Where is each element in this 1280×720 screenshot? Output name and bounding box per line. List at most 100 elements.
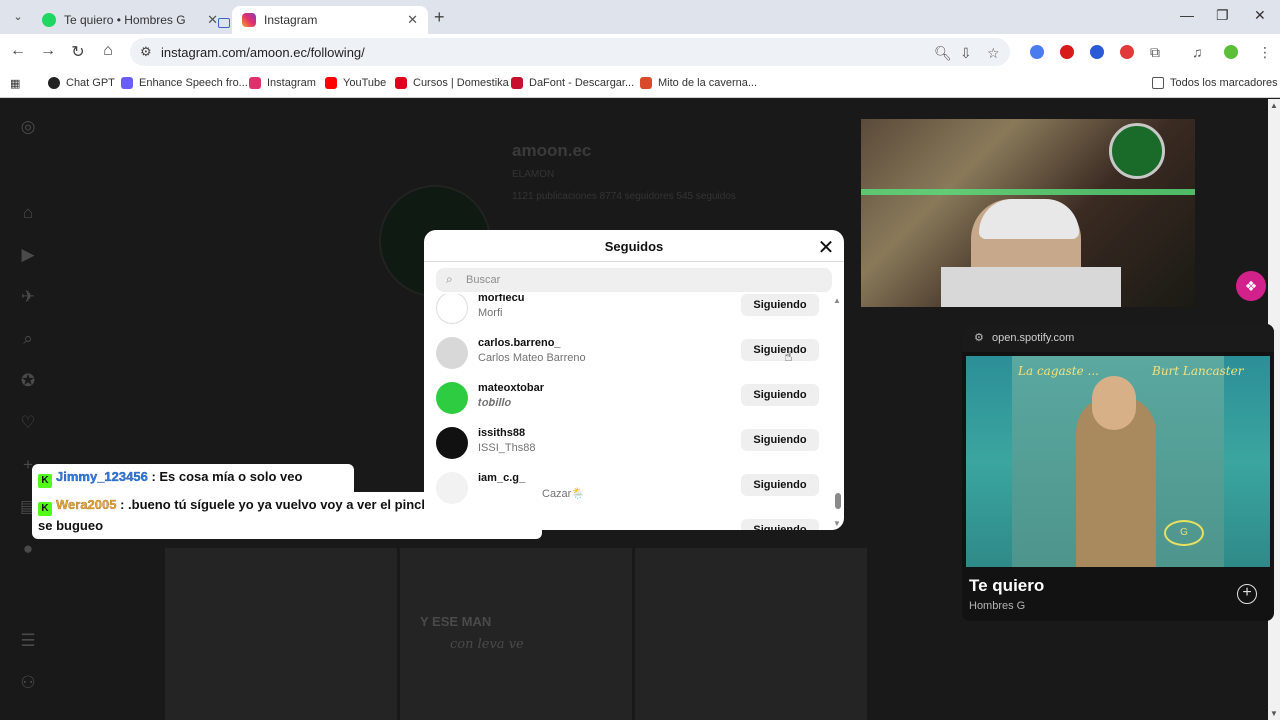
reels-icon[interactable]: ▶ <box>18 245 38 265</box>
post-tile-text: Y ESE MAN <box>420 614 492 629</box>
avatar[interactable] <box>436 472 468 504</box>
following-button[interactable]: Siguiendo <box>741 429 819 451</box>
following-button[interactable]: Siguiendo <box>741 384 819 406</box>
profile-subtitle: ELAMON <box>512 169 555 180</box>
forward-arrow-icon[interactable]: → <box>38 42 58 60</box>
maximize-icon[interactable]: ❐ <box>1216 7 1229 24</box>
list-item-username[interactable]: issiths88 <box>478 427 525 439</box>
list-item-fullname: Carlos Mateo Barreno <box>478 352 586 364</box>
list-item[interactable]: issiths88 ISSI_Ths88 Siguiendo <box>424 421 834 466</box>
close-tab-icon[interactable]: ✕ <box>407 12 418 28</box>
more-menu-icon[interactable]: ☰ <box>18 631 38 651</box>
list-item-fullname: ISSI_Ths88 <box>478 442 536 454</box>
scroll-thumb[interactable] <box>835 493 841 509</box>
album-cover[interactable]: La cagaste ... Burt Lancaster G <box>966 356 1270 567</box>
site-settings-icon[interactable]: ⚙ <box>974 331 984 344</box>
track-artist[interactable]: Hombres G <box>969 600 1025 612</box>
following-button[interactable]: Siguiendo <box>741 339 819 361</box>
scroll-up-icon[interactable]: ▲ <box>833 296 841 305</box>
explore-icon[interactable]: ✈ <box>18 287 38 307</box>
url-text[interactable]: instagram.com/amoon.ec/following/ <box>161 45 365 60</box>
bookmark-chatgpt[interactable]: Chat GPT <box>48 77 115 89</box>
all-bookmarks[interactable]: Todos los marcadores <box>1152 77 1278 89</box>
search-icon[interactable]: ⌕ <box>18 329 38 349</box>
home-icon[interactable]: ⌂ <box>98 42 118 60</box>
extensions-puzzle-icon[interactable]: ⧉ <box>1150 44 1160 61</box>
tab-instagram[interactable]: Instagram ✕ <box>232 6 428 34</box>
cover-text: Burt Lancaster <box>1152 364 1244 378</box>
following-button[interactable]: Siguiendo <box>741 294 819 316</box>
add-to-library-icon[interactable]: + <box>1237 584 1257 604</box>
following-button[interactable]: Siguiendo <box>741 474 819 496</box>
close-icon[interactable]: ✕ <box>816 235 836 260</box>
notifications-heart-icon[interactable]: ♡ <box>18 413 38 433</box>
threads-icon[interactable]: ⚇ <box>18 673 38 693</box>
zoom-icon[interactable]: 🔍︎ <box>934 45 952 62</box>
adblock-extension-icon[interactable] <box>1060 45 1074 59</box>
extension-icon[interactable] <box>1090 45 1104 59</box>
bookmark-domestika[interactable]: Cursos | Domestika <box>395 77 509 89</box>
following-button[interactable]: Siguiendo <box>741 519 819 530</box>
list-item-username[interactable]: iam_c.g_ <box>478 472 525 484</box>
avatar[interactable] <box>436 427 468 459</box>
back-arrow-icon[interactable]: ← <box>8 42 28 60</box>
install-app-icon[interactable]: ⇩ <box>960 45 972 62</box>
list-item[interactable]: morfiecu Morfi Siguiendo <box>424 294 834 331</box>
translate-extension-icon[interactable] <box>1030 45 1044 59</box>
bookmark-mito-caverna[interactable]: Mito de la caverna... <box>640 77 757 89</box>
search-input[interactable] <box>466 271 816 289</box>
browser-menu-icon[interactable]: ⋮ <box>1258 44 1272 61</box>
home-icon[interactable]: ⌂ <box>18 203 38 223</box>
floating-extension-icon[interactable]: ❖ <box>1236 271 1266 301</box>
chatgpt-icon <box>48 77 60 89</box>
list-item-fullname: 𝒕𝒐𝒃𝒊𝒍𝒍𝒐 <box>478 397 512 409</box>
bookmark-instagram[interactable]: Instagram <box>249 77 316 89</box>
avatar[interactable] <box>436 294 468 324</box>
spotify-favicon-icon <box>42 13 56 27</box>
bookmark-youtube[interactable]: YouTube <box>325 77 386 89</box>
instagram-logo-icon[interactable]: ◎ <box>18 117 38 137</box>
profile-icon[interactable]: ● <box>18 539 38 559</box>
following-list[interactable]: morfiecu Morfi Siguiendo carlos.barreno_… <box>424 294 844 530</box>
bookmark-enhance-speech[interactable]: Enhance Speech fro... <box>121 77 248 89</box>
post-tile[interactable] <box>635 548 867 720</box>
list-item-username[interactable]: morfiecu <box>478 294 524 304</box>
post-tile[interactable] <box>165 548 397 720</box>
compass-icon[interactable]: ✪ <box>18 371 38 391</box>
tab-title: Instagram <box>264 13 318 27</box>
scroll-down-icon[interactable]: ▼ <box>833 519 841 528</box>
address-bar[interactable]: ⚙ instagram.com/amoon.ec/following/ 🔍︎ ⇩… <box>130 38 1010 66</box>
window-close-icon[interactable]: ✕ <box>1254 7 1266 24</box>
bookmark-dafont[interactable]: DaFont - Descargar... <box>511 77 634 89</box>
track-title[interactable]: Te quiero <box>969 576 1044 596</box>
domestika-icon <box>395 77 407 89</box>
tab-search-chevron-icon[interactable]: ⌄ <box>8 8 28 26</box>
media-control-icon[interactable]: ♫ <box>1192 44 1203 60</box>
profile-avatar-icon[interactable] <box>1224 45 1238 59</box>
webcam-overlay <box>861 119 1195 307</box>
list-item-username[interactable]: carlos.barreno_ <box>478 337 561 349</box>
minimize-icon[interactable]: — <box>1180 7 1194 23</box>
list-item-username[interactable]: mateoxtobar <box>478 382 544 394</box>
tab-spotify[interactable]: Te quiero • Hombres G ✕ <box>32 6 230 34</box>
search-box[interactable]: ⌕ <box>436 268 832 292</box>
list-item[interactable]: carlos.barreno_ Carlos Mateo Barreno Sig… <box>424 331 834 376</box>
site-settings-icon[interactable]: ⚙ <box>140 44 152 60</box>
list-scrollbar[interactable]: ▲ ▼ <box>832 294 844 530</box>
close-tab-icon[interactable]: ✕ <box>207 12 218 28</box>
scroll-up-icon[interactable]: ▲ <box>1270 101 1278 110</box>
bookmark-star-icon[interactable]: ☆ <box>987 45 1000 62</box>
reload-icon[interactable]: ↻ <box>68 42 88 62</box>
avatar[interactable] <box>436 382 468 414</box>
post-tile[interactable] <box>400 548 632 720</box>
picture-in-picture-icon[interactable] <box>218 18 230 28</box>
record-extension-icon[interactable] <box>1120 45 1134 59</box>
list-item[interactable]: mateoxtobar 𝒕𝒐𝒃𝒊𝒍𝒍𝒐 Siguiendo <box>424 376 834 421</box>
new-tab-plus-icon[interactable]: + <box>434 7 445 28</box>
avatar[interactable] <box>436 337 468 369</box>
scroll-down-icon[interactable]: ▼ <box>1270 709 1278 718</box>
profile-stats: 1121 publicaciones 8774 seguidores 545 s… <box>512 191 736 202</box>
list-item[interactable]: iam_c.g_ Cazar🌦️ Siguiendo <box>424 466 834 511</box>
apps-grid-icon[interactable]: ▦ <box>10 77 20 90</box>
list-item[interactable]: Siguiendo <box>424 511 834 530</box>
